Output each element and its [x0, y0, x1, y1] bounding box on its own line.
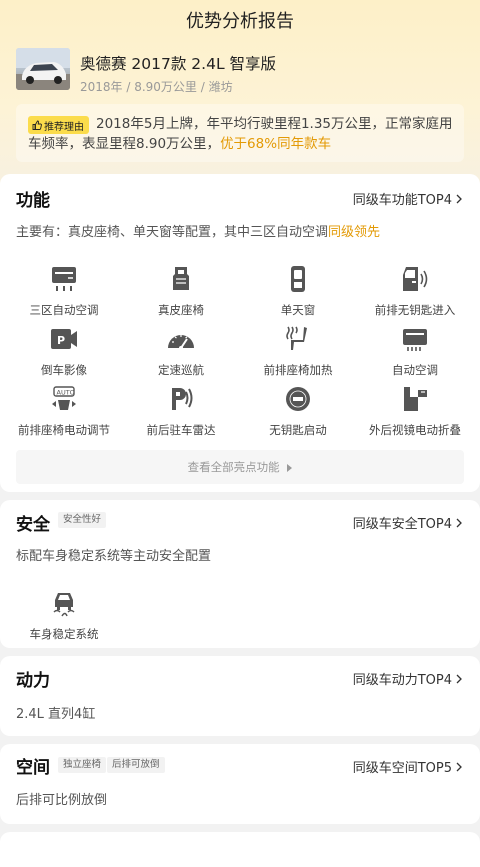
feature-item[interactable]: 车身稳定系统	[4, 588, 124, 642]
power-card: 动力 同级车动力TOP4 2.4L 直列4缸	[0, 656, 480, 736]
feature-item[interactable]: 前排无钥匙进入	[355, 264, 475, 318]
stability-control-icon	[53, 593, 75, 617]
space-rank-label: 同级车空间TOP5	[352, 761, 452, 776]
function-rank-link[interactable]: 同级车功能TOP4	[353, 189, 462, 208]
cruise-control-icon	[168, 335, 194, 350]
mirror-fold-icon	[404, 387, 427, 411]
reason-highlight: 优于68%同年款车	[220, 136, 332, 152]
function-desc: 主要有：真皮座椅、单天窗等配置，其中三区自动空调同级领先	[16, 221, 380, 240]
keyless-entry-icon	[403, 267, 428, 291]
view-all-label: 查看全部亮点功能	[187, 460, 280, 474]
keyless-start-icon	[286, 387, 310, 411]
function-card: 功能 同级车功能TOP4 主要有：真皮座椅、单天窗等配置，其中三区自动空调同级领…	[0, 174, 480, 492]
safety-rank-link[interactable]: 同级车安全TOP4	[353, 513, 462, 532]
safety-desc: 标配车身稳定系统等主动安全配置	[16, 549, 212, 564]
feature-label: 外后视镜电动折叠	[369, 423, 461, 437]
feature-label: 前排无钥匙进入	[374, 303, 456, 317]
leather-seat-icon	[173, 267, 189, 290]
space-card: 空间 独立座椅 后排可放倒 同级车空间TOP5 后排可比例放倒	[0, 744, 480, 824]
function-desc-highlight: 同级领先	[328, 225, 381, 240]
sunroof-icon	[291, 266, 305, 292]
feature-label: 真皮座椅	[158, 303, 204, 317]
feature-item[interactable]: AUTO 前排座椅电动调节	[4, 384, 124, 438]
chevron-right-icon	[456, 762, 462, 771]
recommend-reason-text: 2018年5月上牌，年平均行驶里程1.35万公里，正常家庭用车频率，表显里程8.…	[28, 114, 456, 154]
chevron-right-icon	[456, 674, 462, 683]
feature-item[interactable]: 三区自动空调	[4, 264, 124, 318]
feature-label: 车身稳定系统	[29, 627, 99, 641]
svg-text:AUTO: AUTO	[57, 389, 75, 397]
recommend-reason-box: 2018年5月上牌，年平均行驶里程1.35万公里，正常家庭用车频率，表显里程8.…	[16, 104, 464, 162]
function-title: 功能	[16, 191, 50, 211]
feature-item[interactable]: 单天窗	[238, 264, 358, 318]
feature-label: 无钥匙启动	[269, 423, 327, 437]
feature-item[interactable]: 自动空调	[355, 324, 475, 378]
recommend-reason-tag: 推荐理由	[28, 116, 89, 134]
safety-title: 安全	[16, 515, 50, 535]
svg-text:P: P	[57, 334, 65, 347]
view-all-features-button[interactable]: 查看全部亮点功能	[16, 450, 464, 484]
page-title: 优势分析报告	[186, 11, 294, 32]
chevron-right-icon	[456, 518, 462, 527]
feature-label: 倒车影像	[41, 363, 87, 377]
feature-item[interactable]: P 倒车影像	[4, 324, 124, 378]
feature-label: 单天窗	[280, 303, 316, 317]
feature-item[interactable]: 无钥匙启动	[238, 384, 358, 438]
power-rank-label: 同级车动力TOP4	[352, 673, 452, 688]
car-meta: 2018年 / 8.90万公里 / 潍坊	[80, 80, 233, 94]
function-rank-label: 同级车功能TOP4	[352, 193, 452, 208]
safety-card: 安全 安全性好 同级车安全TOP4 标配车身稳定系统等主动安全配置 车身稳定系统	[0, 500, 480, 648]
next-card-edge	[0, 832, 480, 867]
reverse-camera-icon: P	[51, 329, 77, 349]
parking-radar-icon	[172, 388, 193, 410]
power-title: 动力	[16, 671, 50, 691]
hero-header: 优势分析报告 奥德赛 2017款 2.4L 智享版 2018年 / 8.90万公…	[0, 0, 480, 200]
caret-right-icon	[287, 463, 293, 472]
power-seat-icon: AUTO	[52, 386, 76, 410]
space-desc: 后排可比例放倒	[16, 793, 108, 808]
function-desc-main: 主要有：真皮座椅、单天窗等配置，其中三区自动空调	[16, 225, 329, 240]
safety-rank-label: 同级车安全TOP4	[352, 517, 452, 532]
feature-label: 定速巡航	[158, 363, 204, 377]
feature-item[interactable]: 外后视镜电动折叠	[355, 384, 475, 438]
space-badge: 后排可放倒	[107, 757, 165, 773]
seat-heating-icon	[286, 326, 307, 350]
feature-label: 前排座椅加热	[263, 363, 333, 377]
safety-badge: 安全性好	[58, 512, 107, 528]
thumbs-up-icon	[32, 120, 42, 130]
car-name: 奥德赛 2017款 2.4L 智享版	[80, 55, 277, 73]
space-rank-link[interactable]: 同级车空间TOP5	[353, 757, 462, 776]
space-title: 空间	[16, 758, 50, 778]
space-badge: 独立座椅	[58, 757, 107, 773]
feature-label: 前排座椅电动调节	[18, 423, 110, 437]
feature-item[interactable]: 前后驻车雷达	[121, 384, 241, 438]
feature-label: 三区自动空调	[29, 303, 99, 317]
feature-item[interactable]: 前排座椅加热	[238, 324, 358, 378]
auto-ac-icon	[403, 329, 427, 351]
feature-item[interactable]: 定速巡航	[121, 324, 241, 378]
car-summary[interactable]: 奥德赛 2017款 2.4L 智享版 2018年 / 8.90万公里 / 潍坊	[16, 48, 276, 96]
feature-item[interactable]: 真皮座椅	[121, 264, 241, 318]
car-thumbnail	[16, 48, 70, 90]
feature-label: 前后驻车雷达	[146, 423, 216, 437]
tri-zone-ac-icon	[52, 267, 76, 291]
chevron-right-icon	[456, 194, 462, 203]
feature-label: 自动空调	[392, 363, 438, 377]
recommend-reason-tag-label: 推荐理由	[44, 121, 84, 133]
power-desc: 2.4L 直列4缸	[16, 707, 96, 722]
power-rank-link[interactable]: 同级车动力TOP4	[353, 669, 462, 688]
